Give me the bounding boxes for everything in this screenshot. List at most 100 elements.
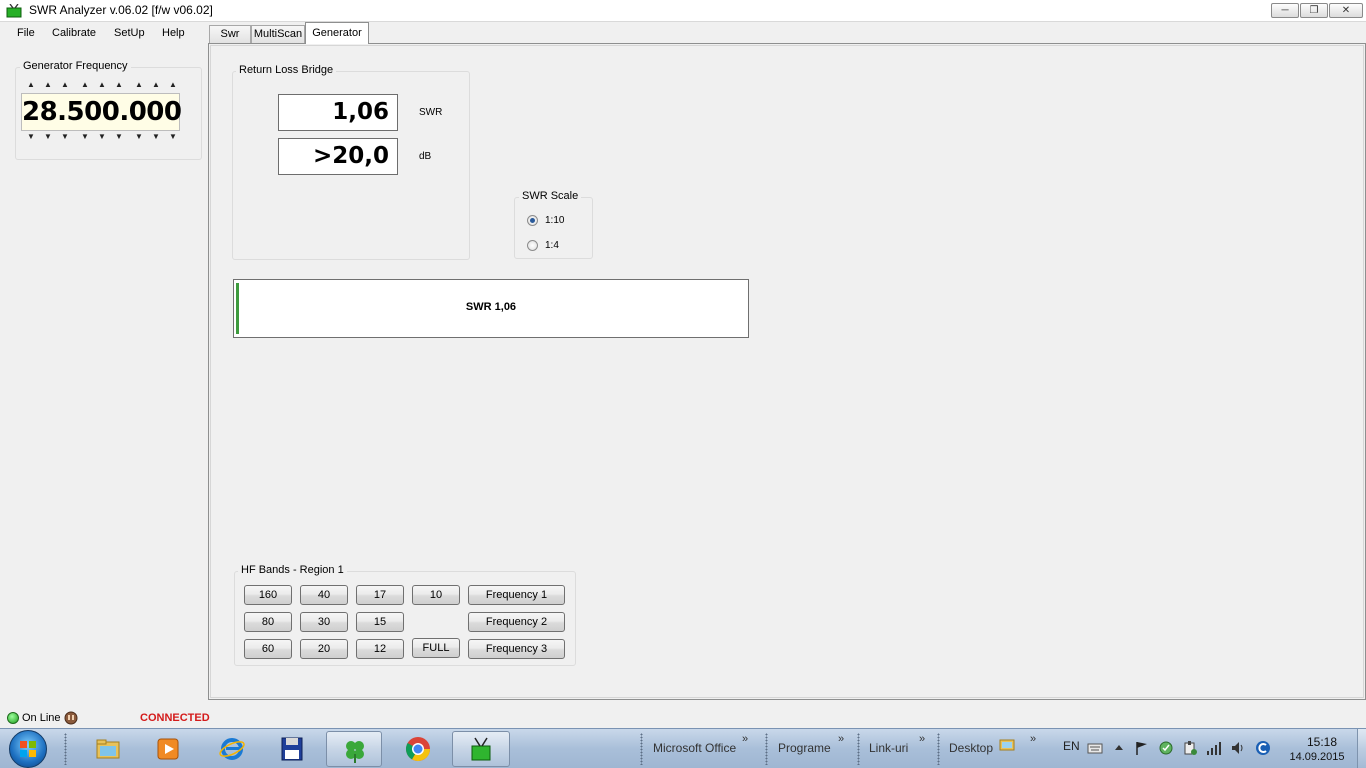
digit-down-arrow[interactable]: ▼	[80, 133, 90, 141]
browser-tray-icon[interactable]	[1255, 740, 1271, 756]
digit-down-arrow[interactable]: ▼	[26, 133, 36, 141]
clock-time[interactable]: 15:18	[1298, 735, 1346, 749]
band-40-button[interactable]: 40	[300, 585, 348, 605]
keyboard-icon[interactable]	[1087, 740, 1103, 756]
taskbar-save-app[interactable]	[264, 731, 320, 767]
digit-down-arrow[interactable]: ▼	[114, 133, 124, 141]
band-60-button[interactable]: 60	[244, 639, 292, 659]
band-15-button[interactable]: 15	[356, 612, 404, 632]
show-desktop-button[interactable]	[1357, 729, 1366, 768]
safely-remove-hardware-icon[interactable]	[1182, 740, 1198, 756]
minimize-icon: ─	[1281, 5, 1289, 16]
return-loss-db-display: >20,0	[278, 138, 398, 175]
taskbar-chrome[interactable]	[390, 731, 446, 767]
close-button[interactable]: ✕	[1329, 3, 1363, 18]
antivirus-icon[interactable]	[1158, 740, 1174, 756]
window-title: SWR Analyzer v.06.02 [f/w v06.02]	[29, 3, 213, 17]
taskbar-clover-app[interactable]	[326, 731, 382, 767]
floppy-disk-icon	[281, 737, 303, 761]
generator-frequency-title: Generator Frequency	[20, 60, 131, 72]
taskbar-media-player[interactable]	[140, 731, 196, 767]
band-17-button[interactable]: 17	[356, 585, 404, 605]
network-signal-icon[interactable]	[1206, 740, 1222, 756]
chevron-right-icon[interactable]: »	[742, 733, 748, 745]
show-hidden-icons-icon[interactable]	[1111, 740, 1127, 756]
minimize-button[interactable]: ─	[1271, 3, 1299, 18]
band-full-button[interactable]: FULL	[412, 638, 460, 658]
taskbar-explorer[interactable]	[80, 731, 136, 767]
menu-setup[interactable]: SetUp	[114, 27, 145, 39]
scale-1-4-label[interactable]: 1:4	[545, 240, 559, 251]
return-loss-bridge-title: Return Loss Bridge	[236, 64, 337, 76]
generator-frequency-display[interactable]: 28.500.000	[21, 93, 182, 131]
swr-value-display: 1,06	[278, 94, 398, 131]
connection-status: CONNECTED	[140, 712, 210, 724]
menu-calibrate[interactable]: Calibrate	[52, 27, 96, 39]
digit-down-arrow[interactable]: ▼	[168, 133, 178, 141]
digit-up-arrow[interactable]: ▲	[168, 81, 178, 89]
clock-date[interactable]: 14.09.2015	[1282, 751, 1352, 763]
folder-icon	[96, 739, 120, 759]
toolbar-grip[interactable]	[640, 733, 643, 765]
band-160-button[interactable]: 160	[244, 585, 292, 605]
frequency-1-button[interactable]: Frequency 1	[468, 585, 565, 605]
restore-button[interactable]: ❐	[1300, 3, 1328, 18]
digit-down-arrow[interactable]: ▼	[60, 133, 70, 141]
menu-help[interactable]: Help	[162, 27, 185, 39]
menu-file[interactable]: File	[17, 27, 35, 39]
action-center-flag-icon[interactable]	[1134, 740, 1150, 756]
toolbar-grip[interactable]	[857, 733, 860, 765]
volume-icon[interactable]	[1230, 740, 1246, 756]
toolbar-grip[interactable]	[937, 733, 940, 765]
swr-bar-label: SWR 1,06	[465, 301, 517, 313]
chevron-right-icon[interactable]: »	[919, 733, 925, 745]
scale-1-4-radio[interactable]	[527, 240, 538, 251]
clover-icon	[346, 741, 364, 763]
tab-multiscan[interactable]: MultiScan	[251, 25, 305, 43]
band-80-button[interactable]: 80	[244, 612, 292, 632]
frequency-3-button[interactable]: Frequency 3	[468, 639, 565, 659]
frequency-2-button[interactable]: Frequency 2	[468, 612, 565, 632]
scale-1-10-label[interactable]: 1:10	[545, 215, 564, 226]
digit-up-arrow[interactable]: ▲	[43, 81, 53, 89]
start-button[interactable]	[9, 730, 47, 768]
swr-analyzer-icon	[471, 737, 491, 761]
language-indicator[interactable]: EN	[1063, 739, 1080, 753]
digit-up-arrow[interactable]: ▲	[134, 81, 144, 89]
toolbar-grip[interactable]	[765, 733, 768, 765]
digit-up-arrow[interactable]: ▲	[80, 81, 90, 89]
menu-bar	[0, 22, 1366, 44]
toolbar-link-uri[interactable]: Link-uri	[869, 741, 908, 755]
digit-up-arrow[interactable]: ▲	[151, 81, 161, 89]
taskbar-swr-analyzer[interactable]	[452, 731, 510, 767]
digit-down-arrow[interactable]: ▼	[134, 133, 144, 141]
band-20-button[interactable]: 20	[300, 639, 348, 659]
online-status: On Line	[22, 712, 61, 724]
desktop-folder-icon[interactable]	[999, 737, 1015, 751]
digit-up-arrow[interactable]: ▲	[97, 81, 107, 89]
app-icon	[6, 4, 22, 18]
scale-1-10-radio[interactable]	[527, 215, 538, 226]
digit-up-arrow[interactable]: ▲	[114, 81, 124, 89]
band-12-button[interactable]: 12	[356, 639, 404, 659]
toolbar-desktop[interactable]: Desktop	[949, 741, 993, 755]
toolbar-programe[interactable]: Programe	[778, 741, 831, 755]
hf-bands-title: HF Bands - Region 1	[238, 564, 347, 576]
digit-down-arrow[interactable]: ▼	[43, 133, 53, 141]
tab-generator[interactable]: Generator	[305, 22, 369, 44]
toolbar-microsoft-office[interactable]: Microsoft Office	[653, 741, 736, 755]
digit-down-arrow[interactable]: ▼	[151, 133, 161, 141]
taskbar-grip[interactable]	[64, 733, 67, 765]
swr-scale-title: SWR Scale	[519, 190, 582, 202]
chevron-right-icon[interactable]: »	[838, 733, 844, 745]
band-10-button[interactable]: 10	[412, 585, 460, 605]
media-player-icon	[157, 738, 179, 760]
tab-swr[interactable]: Swr	[209, 25, 251, 43]
taskbar-internet-explorer[interactable]	[204, 731, 260, 767]
windows-logo-icon	[20, 741, 36, 757]
band-30-button[interactable]: 30	[300, 612, 348, 632]
digit-up-arrow[interactable]: ▲	[26, 81, 36, 89]
chevron-right-icon[interactable]: »	[1030, 733, 1036, 745]
digit-down-arrow[interactable]: ▼	[97, 133, 107, 141]
digit-up-arrow[interactable]: ▲	[60, 81, 70, 89]
